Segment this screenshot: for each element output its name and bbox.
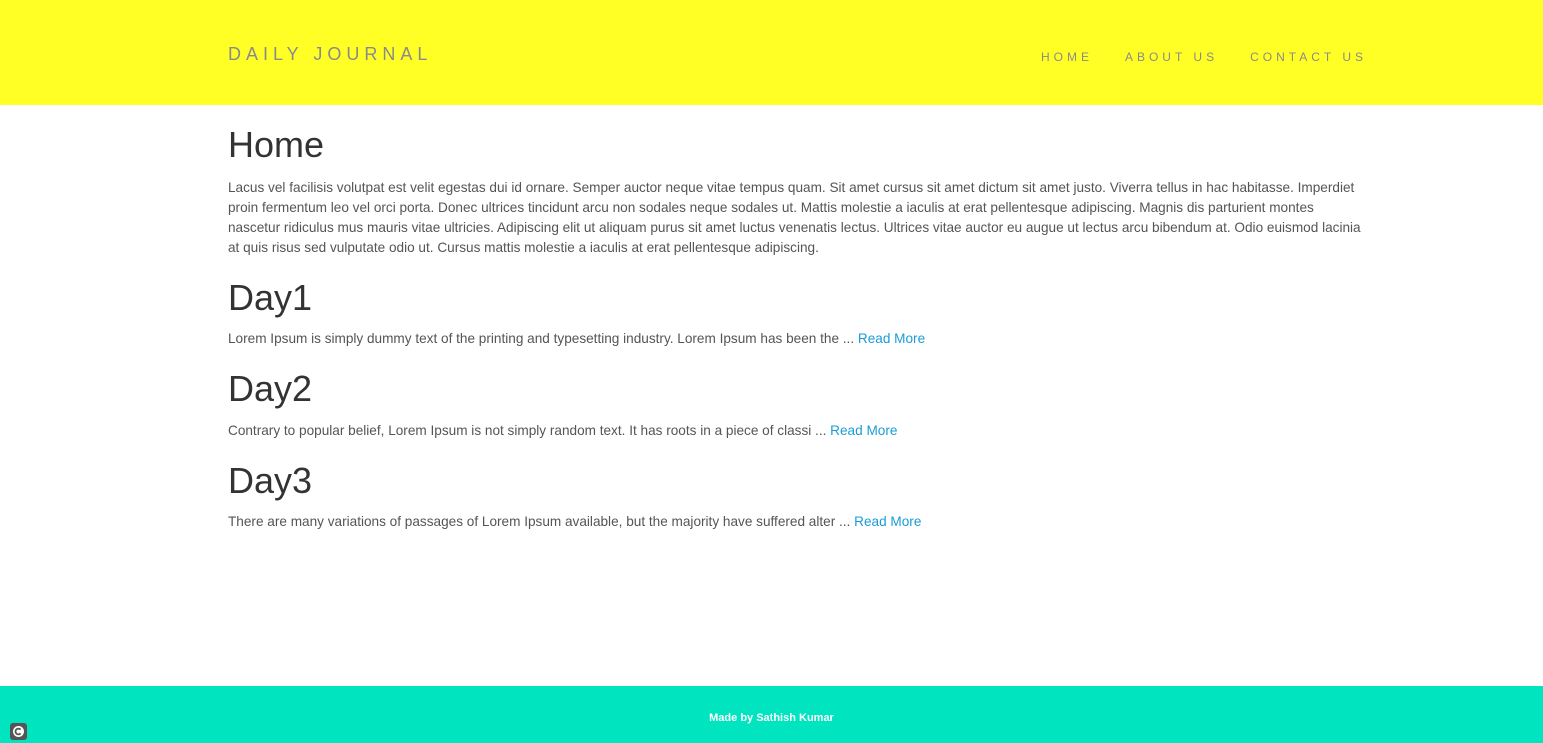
nav-menu: HOME ABOUT US CONTACT US (1009, 48, 1367, 66)
post-excerpt-text: Lorem Ipsum is simply dummy text of the … (228, 331, 858, 347)
copyright-icon[interactable] (10, 723, 27, 740)
post-excerpt-text: Contrary to popular belief, Lorem Ipsum … (228, 422, 831, 438)
brand-link[interactable]: DAILY JOURNAL (228, 44, 432, 65)
post-excerpt: Lorem Ipsum is simply dummy text of the … (228, 329, 1365, 349)
nav-link-about-us[interactable]: ABOUT US (1125, 50, 1218, 64)
post-title: Day1 (228, 276, 313, 318)
main-content: Home Lacus vel facilisis volutpat est ve… (228, 105, 1365, 532)
page-title: Home (228, 124, 325, 165)
post-day3: Day3 There are many variations of passag… (228, 461, 1365, 533)
post-title: Day2 (228, 368, 313, 410)
post-excerpt: Contrary to popular belief, Lorem Ipsum … (228, 421, 1365, 441)
nav-item-about-us: ABOUT US (1125, 48, 1218, 66)
nav-link-contact-us[interactable]: CONTACT US (1250, 50, 1367, 64)
navbar: DAILY JOURNAL HOME ABOUT US CONTACT US (0, 0, 1543, 105)
post-excerpt: There are many variations of passages of… (228, 512, 1365, 532)
post-day1: Day1 Lorem Ipsum is simply dummy text of… (228, 276, 1365, 350)
post-title: Day3 (228, 459, 313, 501)
footer-credit: Made by Sathish Kumar (709, 712, 834, 724)
nav-item-home: HOME (1041, 48, 1093, 66)
post-excerpt-text: There are many variations of passages of… (228, 514, 855, 530)
copyright-icon-glyph (13, 726, 24, 737)
read-more-link[interactable]: Read More (854, 514, 921, 529)
read-more-link[interactable]: Read More (858, 331, 925, 346)
nav-link-home[interactable]: HOME (1041, 50, 1093, 64)
footer: Made by Sathish Kumar (0, 686, 1543, 743)
post-day2: Day2 Contrary to popular belief, Lorem I… (228, 369, 1365, 441)
home-intro-text: Lacus vel facilisis volutpat est velit e… (228, 179, 1361, 255)
nav-item-contact-us: CONTACT US (1250, 48, 1367, 66)
read-more-link[interactable]: Read More (830, 423, 897, 438)
